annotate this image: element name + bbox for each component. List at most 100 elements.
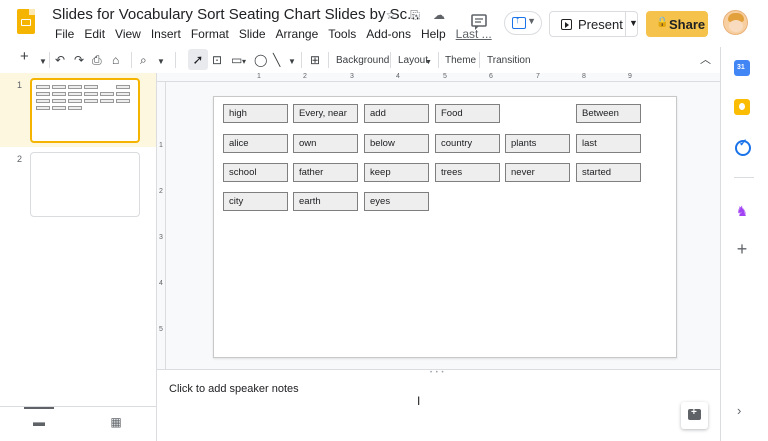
word-box[interactable]: last <box>576 134 641 153</box>
paint-format-icon[interactable]: ⌂ <box>112 52 119 68</box>
filmstrip-slide-1[interactable]: 1 <box>0 73 156 147</box>
word-box[interactable]: own <box>293 134 358 153</box>
ruler-number: 9 <box>628 73 632 80</box>
transition-button[interactable]: Transition <box>487 53 531 69</box>
word-box[interactable]: Food <box>435 104 500 123</box>
keep-icon[interactable] <box>734 99 750 115</box>
word-box[interactable]: trees <box>435 163 500 182</box>
ruler-number: 1 <box>159 142 163 149</box>
select-cursor-icon[interactable]: ➚ <box>188 49 208 70</box>
present-up-icon <box>512 15 526 29</box>
side-panel: ♞ + › <box>720 47 768 441</box>
slides-logo-icon[interactable] <box>17 9 35 34</box>
tasks-icon[interactable] <box>734 138 751 156</box>
filmstrip-view-icon[interactable]: ▬ <box>31 416 47 428</box>
image-dropdown-icon[interactable]: ▾ <box>242 54 246 70</box>
line-icon[interactable]: ╲ <box>273 52 280 68</box>
cloud-status-icon[interactable]: ☁ <box>432 8 446 22</box>
ruler-number: 7 <box>536 73 540 80</box>
unicorn-addon-icon[interactable]: ♞ <box>734 203 750 219</box>
word-box[interactable]: Every, near <box>293 104 358 123</box>
word-box[interactable]: never <box>505 163 570 182</box>
word-box[interactable]: started <box>576 163 641 182</box>
ruler-number: 3 <box>159 234 163 241</box>
avatar[interactable] <box>723 10 748 35</box>
print-icon[interactable]: ⎙ <box>92 52 102 68</box>
zoom-dropdown-icon[interactable]: ▼ <box>157 54 165 70</box>
comment-history-button[interactable] <box>468 11 490 33</box>
calendar-icon[interactable] <box>734 60 750 76</box>
image-icon[interactable]: ▭ <box>231 52 242 68</box>
toolbar-divider <box>131 52 132 68</box>
menu-slide[interactable]: Slide <box>234 27 271 41</box>
horizontal-ruler[interactable]: 1 2 3 4 5 6 7 8 9 <box>157 73 720 82</box>
layout-dropdown-icon[interactable]: ▼ <box>425 55 432 71</box>
menu-edit[interactable]: Edit <box>79 27 110 41</box>
word-box[interactable]: Between <box>576 104 641 123</box>
ruler-number: 8 <box>582 73 586 80</box>
share-button[interactable]: 🔒 Share <box>646 11 708 37</box>
ruler-number: 2 <box>159 188 163 195</box>
shape-icon[interactable]: ◯ <box>254 52 267 68</box>
menu-addons[interactable]: Add-ons <box>361 27 416 41</box>
filmstrip-view-toggle: ▬ ▦ <box>0 406 157 441</box>
slide-thumbnail[interactable] <box>30 78 140 143</box>
explore-icon <box>688 407 701 420</box>
line-dropdown-icon[interactable]: ▼ <box>288 54 296 70</box>
word-box[interactable]: city <box>223 192 288 211</box>
new-slide-icon[interactable]: + <box>20 49 29 65</box>
word-box[interactable]: add <box>364 104 429 123</box>
slide-editor: 1 2 3 4 5 6 7 8 9 1 2 3 4 5 high Every, … <box>157 73 720 369</box>
word-box[interactable]: plants <box>505 134 570 153</box>
slide-number: 1 <box>17 80 23 90</box>
chevron-right-icon[interactable]: › <box>737 403 741 418</box>
menu-format[interactable]: Format <box>186 27 234 41</box>
menu-view[interactable]: View <box>110 27 146 41</box>
menu-arrange[interactable]: Arrange <box>271 27 324 41</box>
toolbar: + ▼ ↶ ↷ ⎙ ⌂ ⌕ ▼ ➚ ⊡ ▭ ▾ ◯ ╲ ▼ ⊞ Backgrou… <box>12 48 720 72</box>
get-addons-icon[interactable]: + <box>734 240 750 258</box>
word-box[interactable]: earth <box>293 192 358 211</box>
document-title[interactable]: Slides for Vocabulary Sort Seating Chart… <box>52 6 420 23</box>
slide-canvas[interactable]: high Every, near add Food Between alice … <box>213 96 677 358</box>
present-button[interactable]: Present ▼ <box>549 11 638 37</box>
present-dropdown-icon[interactable]: ▼ <box>629 18 638 28</box>
word-box[interactable]: father <box>293 163 358 182</box>
ruler-number: 3 <box>350 73 354 80</box>
grid-view-icon[interactable]: ▦ <box>108 416 124 428</box>
present-options-button[interactable]: ▼ <box>504 11 542 35</box>
background-button[interactable]: Background <box>336 53 389 69</box>
redo-icon[interactable]: ↷ <box>74 52 84 68</box>
word-box[interactable]: school <box>223 163 288 182</box>
vertical-ruler[interactable]: 1 2 3 4 5 <box>157 82 166 369</box>
word-box[interactable]: country <box>435 134 500 153</box>
chevron-down-icon: ▼ <box>527 16 536 26</box>
theme-button[interactable]: Theme <box>445 53 476 69</box>
collapse-toolbar-icon[interactable]: ︿ <box>700 52 711 68</box>
menu-tools[interactable]: Tools <box>323 27 361 41</box>
toolbar-divider <box>479 52 480 68</box>
explore-button[interactable] <box>681 402 708 429</box>
menu-insert[interactable]: Insert <box>146 27 186 41</box>
word-box[interactable]: alice <box>223 134 288 153</box>
word-box[interactable]: eyes <box>364 192 429 211</box>
word-box[interactable]: high <box>223 104 288 123</box>
move-to-folder-icon[interactable]: ⎘ <box>408 8 422 22</box>
menu-file[interactable]: File <box>50 27 79 41</box>
word-box[interactable]: keep <box>364 163 429 182</box>
text-box-icon[interactable]: ⊡ <box>212 52 222 68</box>
star-icon[interactable]: ☆ <box>384 8 398 22</box>
layout-button[interactable]: Layout <box>398 53 428 69</box>
app-header: Slides for Vocabulary Sort Seating Chart… <box>0 0 768 47</box>
filmstrip-slide-2[interactable] <box>30 152 140 217</box>
menu-help[interactable]: Help <box>416 27 451 41</box>
share-label: Share <box>669 17 706 32</box>
comment-icon[interactable]: ⊞ <box>310 52 320 68</box>
new-slide-dropdown-icon[interactable]: ▼ <box>39 54 47 70</box>
speaker-notes-placeholder[interactable]: Click to add speaker notes <box>169 383 299 395</box>
google-slides-window: Slides for Vocabulary Sort Seating Chart… <box>0 0 768 441</box>
word-box[interactable]: below <box>364 134 429 153</box>
speaker-notes[interactable]: Click to add speaker notes Ι <box>157 375 720 441</box>
undo-icon[interactable]: ↶ <box>55 52 65 68</box>
zoom-icon[interactable]: ⌕ <box>140 52 147 68</box>
